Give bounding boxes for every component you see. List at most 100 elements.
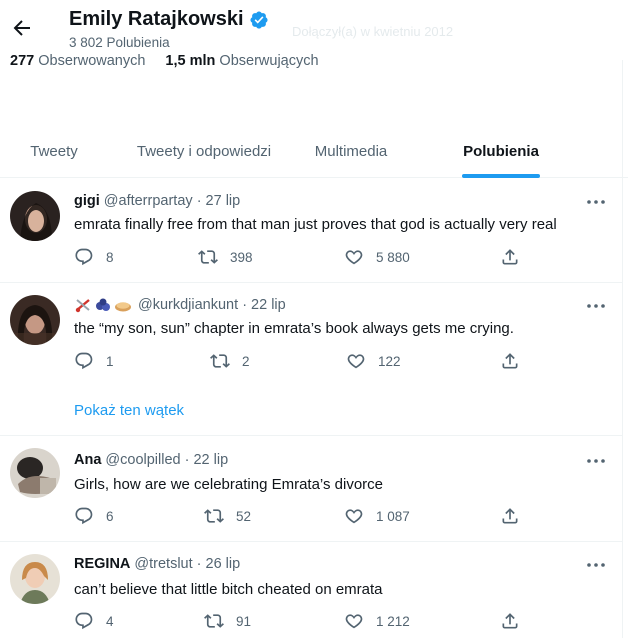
retweet-icon bbox=[210, 354, 230, 368]
following-stat[interactable]: 277 Obserwowanych bbox=[10, 53, 145, 69]
profile-tabs: Tweety Tweety i odpowiedzi Multimedia Po… bbox=[0, 124, 628, 178]
tweet-card[interactable]: gigi @afterrpartay · 27 lip emrata final… bbox=[0, 179, 622, 283]
tweet-actions: 4 91 1 212 bbox=[74, 611, 524, 633]
profile-likes-count: 3 802 Polubienia bbox=[69, 35, 170, 50]
retweet-icon bbox=[204, 509, 224, 523]
retweet-button[interactable]: 2 bbox=[210, 351, 250, 371]
reply-icon bbox=[75, 507, 93, 525]
share-button[interactable] bbox=[500, 611, 520, 631]
tweet-header: @kurkdjiankunt · 22 lip bbox=[74, 297, 286, 313]
tab-multimedia[interactable]: Multimedia bbox=[300, 124, 402, 178]
reply-count: 4 bbox=[106, 613, 114, 629]
retweet-icon bbox=[198, 250, 218, 264]
like-count: 1 087 bbox=[376, 508, 410, 524]
scissors-emoji bbox=[74, 297, 92, 313]
tweet-text: the “my son, sun” chapter in emrata’s bo… bbox=[74, 320, 514, 337]
like-count: 122 bbox=[378, 353, 401, 369]
reply-count: 8 bbox=[106, 249, 114, 265]
followers-stat[interactable]: 1,5 mln Obserwujących bbox=[165, 53, 318, 69]
tab-label: Tweety i odpowiedzi bbox=[136, 142, 272, 160]
tab-label: Multimedia bbox=[314, 142, 388, 160]
column-border bbox=[622, 60, 623, 638]
joined-date-faded: Dołączył(a) w kwietniu 2012 bbox=[292, 24, 454, 39]
share-button[interactable] bbox=[500, 351, 520, 371]
tweet-author-handle[interactable]: @afterrpartay bbox=[104, 193, 193, 209]
reply-count: 6 bbox=[106, 508, 114, 524]
retweet-count: 2 bbox=[242, 353, 250, 369]
follow-stats: 277 Obserwowanych 1,5 mln Obserwujących bbox=[10, 53, 319, 69]
tweet-date[interactable]: · 22 lip bbox=[242, 297, 286, 313]
tab-label: Tweety bbox=[30, 142, 78, 160]
active-tab-indicator bbox=[462, 174, 540, 178]
tweet-author-name[interactable]: REGINA bbox=[74, 556, 130, 572]
share-icon bbox=[502, 613, 518, 629]
reply-count: 1 bbox=[106, 353, 114, 369]
tweet-card[interactable]: REGINA @tretslut · 26 lip can’t believe … bbox=[0, 542, 622, 638]
reply-button[interactable]: 4 bbox=[74, 611, 114, 631]
retweet-button[interactable]: 52 bbox=[204, 506, 251, 526]
more-options-icon[interactable] bbox=[584, 195, 608, 209]
tweet-card[interactable]: @kurkdjiankunt · 22 lip the “my son, sun… bbox=[0, 283, 622, 436]
tweet-author-handle[interactable]: @tretslut bbox=[134, 556, 192, 572]
heart-icon bbox=[345, 614, 363, 629]
avatar[interactable] bbox=[10, 554, 60, 604]
tweet-text: can’t believe that little bitch cheated … bbox=[74, 581, 383, 598]
reply-icon bbox=[75, 612, 93, 630]
tweet-date[interactable]: · 27 lip bbox=[197, 193, 241, 209]
avatar[interactable] bbox=[10, 295, 60, 345]
profile-header: Dołączył(a) w kwietniu 2012 Emily Ratajk… bbox=[0, 0, 628, 178]
retweet-icon bbox=[204, 614, 224, 628]
like-button[interactable]: 1 212 bbox=[344, 611, 410, 631]
retweet-count: 52 bbox=[236, 508, 252, 524]
tab-label: Polubienia bbox=[463, 142, 539, 160]
reply-button[interactable]: 6 bbox=[74, 506, 114, 526]
like-button[interactable]: 1 087 bbox=[344, 506, 410, 526]
heart-icon bbox=[345, 250, 363, 265]
like-count: 1 212 bbox=[376, 613, 410, 629]
reply-button[interactable]: 1 bbox=[74, 351, 114, 371]
like-button[interactable]: 5 880 bbox=[344, 247, 410, 267]
show-thread-link[interactable]: Pokaż ten wątek bbox=[74, 402, 184, 419]
tweet-author-name[interactable]: gigi bbox=[74, 193, 100, 209]
retweet-count: 91 bbox=[236, 613, 252, 629]
tweet-header: REGINA @tretslut · 26 lip bbox=[74, 556, 240, 572]
tab-polubienia[interactable]: Polubienia bbox=[402, 124, 600, 178]
tweet-text: emrata finally free from that man just p… bbox=[74, 216, 557, 233]
tweet-actions: 6 52 1 087 bbox=[74, 506, 524, 528]
tweet-actions: 1 2 122 bbox=[74, 351, 524, 373]
back-arrow-icon[interactable] bbox=[10, 16, 34, 40]
tab-tweety-i-odpowiedzi[interactable]: Tweety i odpowiedzi bbox=[108, 124, 300, 178]
reply-icon bbox=[75, 352, 93, 370]
tweet-author-handle[interactable]: @coolpilled bbox=[105, 452, 180, 468]
like-count: 5 880 bbox=[376, 249, 410, 265]
tweet-date[interactable]: · 22 lip bbox=[185, 452, 229, 468]
tweet-actions: 8 398 5 880 bbox=[74, 247, 524, 269]
tweet-card[interactable]: Ana @coolpilled · 22 lip Girls, how are … bbox=[0, 436, 622, 542]
retweet-button[interactable]: 91 bbox=[204, 611, 251, 631]
reply-button[interactable]: 8 bbox=[74, 247, 114, 267]
tweet-author-handle[interactable]: @kurkdjiankunt bbox=[138, 297, 238, 313]
more-options-icon[interactable] bbox=[584, 558, 608, 572]
followers-count: 1,5 mln bbox=[165, 53, 216, 69]
tweet-header: gigi @afterrpartay · 27 lip bbox=[74, 193, 240, 209]
followers-label: Obserwujących bbox=[219, 53, 319, 69]
like-button[interactable]: 122 bbox=[346, 351, 401, 371]
tab-tweety[interactable]: Tweety bbox=[0, 124, 108, 178]
tweet-text: Girls, how are we celebrating Emrata’s d… bbox=[74, 476, 384, 493]
avatar[interactable] bbox=[10, 448, 60, 498]
share-button[interactable] bbox=[500, 506, 520, 526]
avatar[interactable] bbox=[10, 191, 60, 241]
tweet-author-name[interactable]: Ana bbox=[74, 452, 101, 468]
tweet-date[interactable]: · 26 lip bbox=[197, 556, 241, 572]
following-label: Obserwowanych bbox=[38, 53, 146, 69]
share-button[interactable] bbox=[500, 247, 520, 267]
blueberries-emoji bbox=[94, 297, 112, 313]
tweet-header: Ana @coolpilled · 22 lip bbox=[74, 452, 228, 468]
tweet-author-name[interactable] bbox=[74, 297, 134, 313]
pie-emoji bbox=[114, 297, 132, 313]
more-options-icon[interactable] bbox=[584, 299, 608, 313]
more-options-icon[interactable] bbox=[584, 454, 608, 468]
retweet-count: 398 bbox=[230, 249, 253, 265]
retweet-button[interactable]: 398 bbox=[198, 247, 253, 267]
heart-icon bbox=[345, 509, 363, 524]
